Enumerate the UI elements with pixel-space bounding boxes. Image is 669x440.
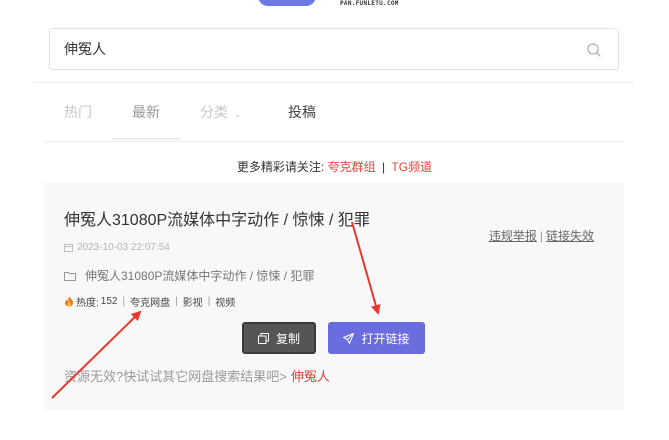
fire-icon: [65, 296, 73, 307]
open-link-button[interactable]: 打开链接: [328, 322, 425, 354]
site-logo[interactable]: [258, 0, 316, 6]
divider: [44, 141, 624, 142]
result-date: 2023-10-03 22:07:54: [64, 242, 170, 253]
heat-value: 152: [100, 296, 118, 307]
send-icon: [343, 332, 355, 344]
report-links: 违规举报 | 链接失效: [489, 227, 594, 244]
tab-latest[interactable]: 最新: [132, 102, 160, 122]
folder-icon: [64, 271, 76, 281]
copy-button-label: 复制: [275, 331, 300, 346]
tag-quark-drive[interactable]: 夸克网盘: [130, 294, 170, 309]
result-title[interactable]: 伸冤人31080P流媒体中字动作 / 惊悚 / 犯罪: [64, 206, 370, 230]
tab-category-label: 分类: [200, 104, 228, 120]
follow-prefix: 更多精彩请关注:: [236, 160, 325, 174]
open-link-button-label: 打开链接: [361, 331, 410, 346]
tab-hot[interactable]: 热门: [64, 102, 92, 122]
result-meta: 热度: 152 | 夸克网盘 | 影视 | 视频: [64, 294, 235, 309]
fallback-text: 资源无效?快试试其它网盘搜索结果吧>: [64, 369, 287, 384]
copy-button[interactable]: 复制: [242, 322, 316, 354]
tab-bar: 热门 最新 分类 ⌄ 投稿: [44, 88, 624, 140]
search-input[interactable]: [64, 38, 564, 60]
result-date-text: 2023-10-03 22:07:54: [77, 242, 170, 253]
search-box[interactable]: [49, 28, 619, 70]
tag-video[interactable]: 视频: [215, 294, 235, 309]
search-icon[interactable]: [586, 42, 602, 58]
report-separator: |: [539, 229, 543, 243]
fallback-hint: 资源无效?快试试其它网盘搜索结果吧> 伸冤人: [64, 366, 330, 385]
chevron-down-icon: ⌄: [234, 109, 242, 119]
report-invalid-link[interactable]: 链接失效: [546, 229, 594, 243]
tg-channel-link[interactable]: TG频道: [391, 160, 432, 174]
tab-active-indicator: [112, 138, 180, 140]
divider: [34, 82, 634, 83]
folder-entry: 伸冤人31080P流媒体中字动作 / 惊悚 / 犯罪: [64, 267, 314, 284]
heat-label: 热度:: [76, 298, 99, 309]
report-violation-link[interactable]: 违规举报: [489, 229, 537, 243]
tab-category[interactable]: 分类 ⌄: [200, 102, 242, 122]
follow-separator: |: [381, 160, 386, 174]
quark-group-link[interactable]: 夸克群组: [328, 160, 376, 174]
copy-icon: [257, 332, 269, 344]
fallback-keyword-link[interactable]: 伸冤人: [291, 369, 330, 384]
tab-submit[interactable]: 投稿: [288, 102, 316, 122]
calendar-icon: [64, 243, 73, 252]
site-domain: PAN.FUNLETU.COM: [340, 0, 399, 7]
result-card: 伸冤人31080P流媒体中字动作 / 惊悚 / 犯罪 2023-10-03 22…: [44, 183, 624, 410]
folder-name: 伸冤人31080P流媒体中字动作 / 惊悚 / 犯罪: [85, 269, 315, 283]
tag-film[interactable]: 影视: [183, 294, 203, 309]
follow-banner: 更多精彩请关注: 夸克群组 | TG频道: [0, 158, 669, 175]
